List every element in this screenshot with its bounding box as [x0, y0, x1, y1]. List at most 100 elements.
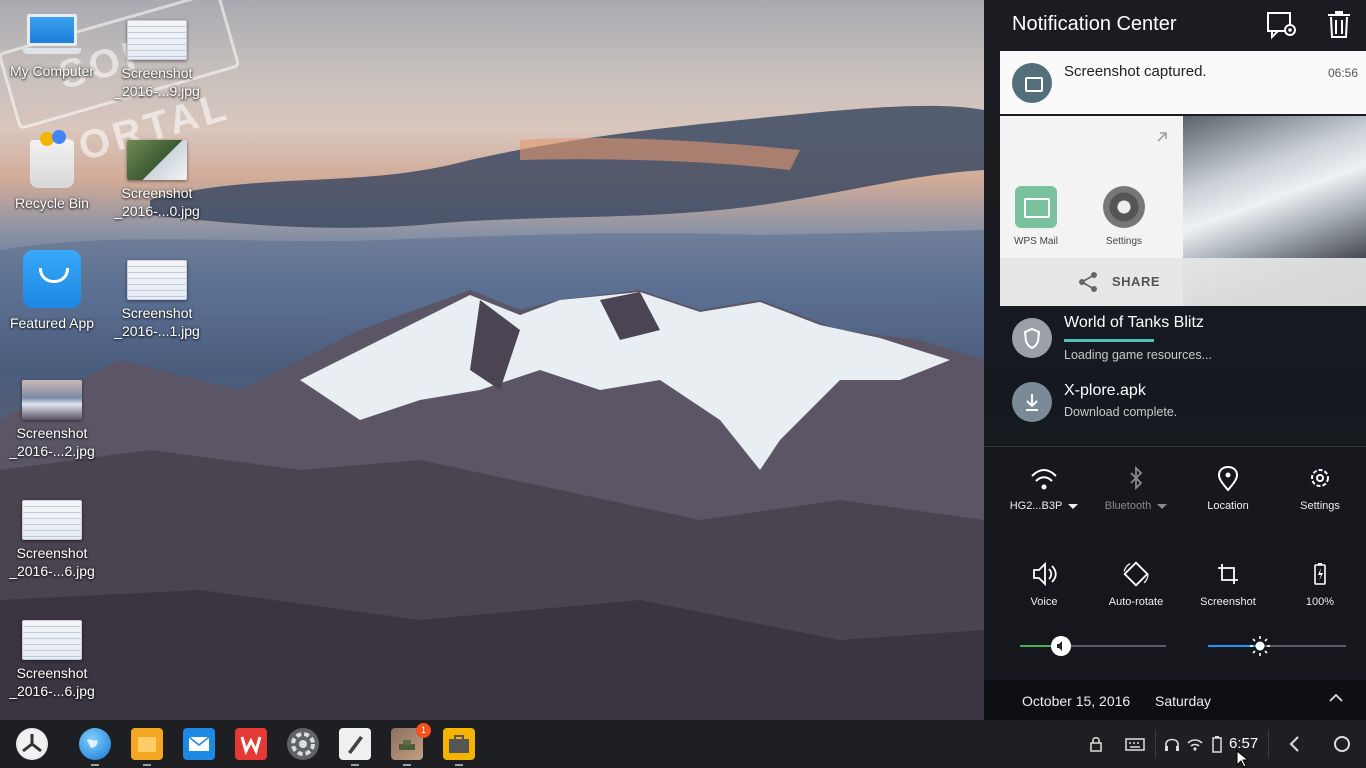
image-icon	[1012, 63, 1052, 103]
qs-wifi-toggle[interactable]: HG2...B3P	[998, 464, 1090, 512]
globe-icon	[87, 739, 98, 748]
taskbar-app-game[interactable]: 1	[391, 723, 431, 766]
wifi-icon[interactable]	[1185, 734, 1205, 754]
auto-rotate-icon	[1123, 561, 1149, 587]
desktop-icon-screenshot[interactable]: Screenshot _2016-...1.jpg	[105, 260, 209, 340]
battery-icon	[1314, 563, 1326, 585]
brightness-sun-icon[interactable]	[1250, 636, 1271, 656]
image-thumbnail	[127, 260, 187, 300]
back-icon[interactable]	[1285, 734, 1305, 754]
keyboard-icon[interactable]	[1125, 734, 1145, 754]
gear-icon	[291, 732, 315, 756]
notification-title: Screenshot captured.	[1064, 63, 1207, 80]
gear-icon	[1311, 469, 1329, 487]
desktop-icon-label: Screenshot _2016-...0.jpg	[114, 185, 200, 219]
desktop-icon-recycle-bin[interactable]: Recycle Bin	[0, 130, 104, 212]
notification-subtitle: Download complete.	[1064, 405, 1178, 419]
notification-settings-icon[interactable]	[1266, 10, 1298, 40]
image-thumbnail	[22, 620, 82, 660]
qs-voice-toggle[interactable]: Voice	[998, 560, 1090, 608]
qs-label: HG2...B3P	[1009, 500, 1063, 512]
screenshot-notification[interactable]: Screenshot captured. 06:56	[1000, 51, 1366, 114]
taskbar: 1 6:57	[0, 720, 1366, 768]
share-button[interactable]: SHARE	[1000, 258, 1366, 306]
chevron-down-icon[interactable]	[1068, 503, 1079, 509]
recycle-bin-icon	[26, 130, 78, 188]
wifi-icon	[1031, 469, 1057, 490]
taskbar-app-wps-office[interactable]	[235, 728, 267, 760]
logo-icon	[18, 730, 46, 758]
speaker-icon	[1033, 561, 1057, 587]
taskbar-app-notes[interactable]	[339, 728, 371, 766]
computer-icon	[23, 14, 81, 56]
notification-badge: 1	[416, 723, 431, 738]
qs-battery[interactable]: 100%	[1274, 560, 1366, 608]
share-icon	[1079, 272, 1097, 292]
desktop-icon-screenshot[interactable]: Screenshot _2016-...2.jpg	[0, 380, 104, 460]
mail-icon	[188, 736, 210, 751]
image-thumbnail	[22, 500, 82, 540]
brightness-slider[interactable]	[1208, 636, 1346, 656]
share-label: SHARE	[1112, 274, 1161, 289]
volume-slider[interactable]	[1020, 636, 1166, 656]
taskbar-app-settings[interactable]	[287, 728, 319, 760]
share-app-settings[interactable]: Settings	[1089, 186, 1159, 247]
headphones-icon[interactable]	[1162, 734, 1182, 754]
qs-settings[interactable]: Settings	[1274, 464, 1366, 512]
desktop-icon-label: Recycle Bin	[15, 195, 89, 211]
image-thumbnail	[127, 140, 187, 180]
mail-icon	[1015, 186, 1057, 228]
share-app-wps-mail[interactable]: WPS Mail	[1001, 186, 1071, 247]
desktop-icon-label: Featured App	[9, 315, 95, 331]
qs-bluetooth-toggle[interactable]: Bluetooth	[1090, 464, 1182, 512]
clear-all-trash-icon[interactable]	[1324, 10, 1356, 40]
qs-location-toggle[interactable]: Location	[1182, 464, 1274, 512]
shopping-bag-icon	[23, 250, 81, 308]
desktop-icon-featured-app[interactable]: Featured App	[0, 250, 104, 332]
desktop-icon-label: Screenshot _2016-...9.jpg	[114, 65, 200, 99]
desktop-icon-screenshot[interactable]: Screenshot _2016-...6.jpg	[0, 500, 104, 580]
desktop-icon-label: My Computer	[9, 63, 95, 79]
bluetooth-icon	[1130, 465, 1143, 491]
home-icon[interactable]	[1332, 734, 1352, 754]
notification-center-title: Notification Center	[1012, 13, 1177, 35]
loading-progress-bar	[1064, 339, 1154, 342]
gear-icon	[1103, 186, 1145, 228]
desktop-icon-screenshot[interactable]: Screenshot _2016-...0.jpg	[105, 140, 209, 220]
qs-label: Auto-rotate	[1108, 596, 1164, 608]
expand-arrow-icon[interactable]	[1155, 130, 1169, 144]
notification-subtitle: Loading game resources...	[1064, 348, 1213, 362]
qs-auto-rotate-toggle[interactable]: Auto-rotate	[1090, 560, 1182, 608]
qs-label: 100%	[1305, 596, 1335, 608]
desktop-icon-screenshot[interactable]: Screenshot _2016-...9.jpg	[105, 20, 209, 100]
start-menu-button[interactable]	[16, 728, 48, 760]
wps-icon	[240, 736, 262, 756]
pen-icon	[348, 736, 363, 754]
qs-label: Screenshot	[1200, 596, 1256, 608]
battery-icon[interactable]	[1207, 734, 1227, 754]
notification-xplore-download[interactable]: X-plore.apk Download complete.	[1000, 370, 1366, 434]
taskbar-app-files[interactable]	[131, 728, 163, 766]
volume-slider-knob[interactable]	[1050, 636, 1071, 656]
taskbar-app-browser[interactable]	[79, 728, 111, 766]
notification-center-panel: Notification Center Screenshot captured.…	[984, 0, 1366, 720]
screenshot-preview[interactable]: WPS Mail Settings SHARE	[1000, 116, 1366, 306]
desktop-icon-screenshot[interactable]: Screenshot _2016-...6.jpg	[0, 620, 104, 700]
qs-label: Settings	[1300, 500, 1340, 512]
taskbar-app-mail[interactable]	[183, 728, 215, 760]
qs-label: Bluetooth	[1104, 500, 1152, 512]
notification-title: World of Tanks Blitz	[1064, 314, 1204, 331]
lock-icon[interactable]	[1086, 734, 1106, 754]
desktop-icon-my-computer[interactable]: My Computer	[0, 14, 104, 80]
notification-time: 06:56	[1327, 66, 1358, 80]
notification-title: X-plore.apk	[1064, 382, 1146, 399]
tray-divider	[1155, 730, 1156, 758]
chevron-up-icon[interactable]	[1328, 692, 1344, 704]
notification-center-header: Notification Center	[984, 0, 1366, 50]
notification-world-of-tanks[interactable]: World of Tanks Blitz Loading game resour…	[1000, 306, 1366, 370]
location-pin-icon	[1217, 465, 1239, 492]
divider	[984, 446, 1366, 447]
chevron-down-icon[interactable]	[1157, 503, 1168, 509]
qs-screenshot[interactable]: Screenshot	[1182, 560, 1274, 608]
taskbar-app-tools[interactable]	[443, 728, 475, 766]
